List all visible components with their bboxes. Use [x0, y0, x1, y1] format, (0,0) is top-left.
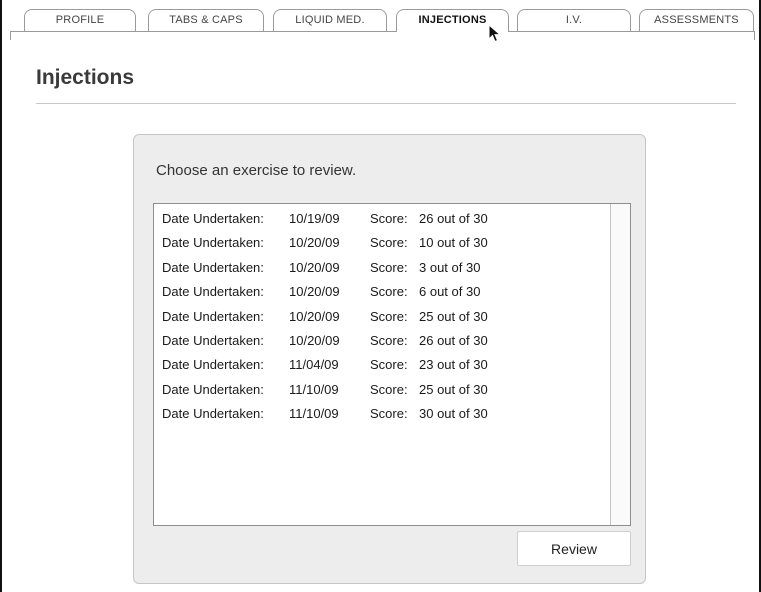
- date-undertaken-label: Date Undertaken:: [162, 406, 264, 422]
- date-undertaken-label: Date Undertaken:: [162, 284, 264, 300]
- date-undertaken-label: Date Undertaken:: [162, 259, 264, 275]
- exercise-date: 10/20/09: [289, 259, 340, 275]
- date-undertaken-label: Date Undertaken:: [162, 333, 264, 348]
- exercise-date: 11/10/09: [289, 381, 339, 397]
- score-label: Score:: [370, 406, 408, 422]
- date-undertaken-label: Date Undertaken:: [162, 211, 264, 226]
- panel-prompt: Choose an exercise to review.: [156, 162, 357, 179]
- exercise-panel: Choose an exercise to review. Date Under…: [133, 134, 646, 584]
- page-title: Injections: [36, 66, 135, 89]
- arrow-cursor-icon: [488, 24, 502, 43]
- exercise-score: 30 out of 30: [419, 406, 488, 422]
- date-undertaken-label: Date Undertaken:: [162, 235, 264, 251]
- score-label: Score:: [370, 308, 408, 324]
- title-divider: [36, 103, 736, 104]
- date-undertaken-label: Date Undertaken:: [162, 308, 264, 324]
- score-label: Score:: [370, 211, 408, 226]
- exercise-score: 25 out of 30: [419, 308, 488, 324]
- tab-baseline: [10, 31, 755, 32]
- exercise-score: 25 out of 30: [419, 381, 488, 397]
- tab-iv[interactable]: I.V.: [517, 9, 631, 31]
- exercise-score: 26 out of 30: [419, 333, 488, 348]
- score-label: Score:: [370, 235, 408, 251]
- exercise-score: 3 out of 30: [419, 259, 481, 275]
- exercise-score: 23 out of 30: [419, 357, 488, 373]
- list-scrollbar[interactable]: [610, 204, 630, 525]
- exercise-date: 10/20/09: [289, 284, 340, 300]
- score-label: Score:: [370, 381, 408, 397]
- exercise-date: 10/20/09: [289, 308, 340, 324]
- date-undertaken-label: Date Undertaken:: [162, 381, 264, 397]
- review-button[interactable]: Review: [517, 531, 631, 566]
- exercise-list: Date Undertaken: 10/19/09 Score: 26 out of …: [154, 204, 610, 525]
- score-label: Score:: [370, 259, 408, 275]
- tab-liquid-med[interactable]: LIQUID MED.: [273, 9, 387, 31]
- exercise-date: 11/04/09: [289, 357, 339, 373]
- exercise-score: 6 out of 30: [419, 284, 481, 300]
- exercise-date: 10/20/09: [289, 235, 340, 251]
- tab-profile[interactable]: PROFILE: [24, 9, 136, 31]
- tab-tabs-caps[interactable]: TABS & CAPS: [148, 9, 264, 31]
- exercise-listbox[interactable]: Date Undertaken: 10/19/09 Score: 26 out of …: [153, 203, 631, 526]
- tab-baseline-right-cap: [754, 31, 755, 40]
- tab-bar: PROFILE TABS & CAPS LIQUID MED. INJECTIO…: [2, 0, 759, 40]
- exercise-date: 10/20/09: [289, 333, 340, 348]
- date-undertaken-label: Date Undertaken:: [162, 357, 264, 373]
- score-label: Score:: [370, 333, 408, 348]
- exercise-date: 10/19/09: [289, 211, 340, 226]
- score-label: Score:: [370, 357, 408, 373]
- app-window: PROFILE TABS & CAPS LIQUID MED. INJECTIO…: [0, 0, 761, 592]
- exercise-score: 26 out of 30: [419, 211, 488, 226]
- score-label: Score:: [370, 284, 408, 300]
- exercise-date: 11/10/09: [289, 406, 339, 422]
- tab-assessments[interactable]: ASSESSMENTS: [639, 9, 754, 31]
- exercise-score: 10 out of 30: [419, 235, 488, 251]
- tab-baseline-left-cap: [10, 31, 11, 40]
